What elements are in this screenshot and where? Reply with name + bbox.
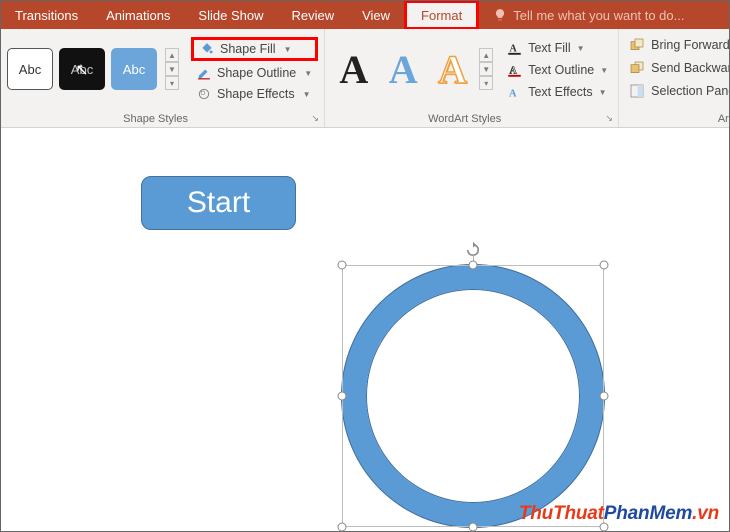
caret-down-icon: ▼ (599, 88, 607, 97)
shape-fill-button[interactable]: Shape Fill▼ (191, 37, 318, 61)
caret-down-icon: ▼ (577, 44, 585, 53)
gallery-down-icon[interactable]: ▼ (479, 62, 493, 76)
gallery-down-icon[interactable]: ▼ (165, 62, 179, 76)
resize-handle-e[interactable] (600, 392, 609, 401)
group-arrange: Bring Forward Send Backward Selection Pa… (619, 29, 729, 127)
caret-down-icon: ▼ (303, 90, 311, 99)
selection-frame (342, 265, 604, 527)
selection-pane-button[interactable]: Selection Pane (625, 81, 729, 101)
group-wordart-styles: A A A ▲ ▼ ▾ A Text Fill▼ A Text Outline▼… (325, 29, 619, 127)
shape-style-gallery-nav: ▲ ▼ ▾ (165, 48, 179, 90)
resize-handle-nw[interactable] (338, 261, 347, 270)
resize-handle-w[interactable] (338, 392, 347, 401)
tell-me-placeholder: Tell me what you want to do... (513, 8, 684, 23)
resize-handle-sw[interactable] (338, 523, 347, 532)
gallery-up-icon[interactable]: ▲ (165, 48, 179, 62)
group-label-arrange: Arran (619, 113, 729, 125)
shape-text: Start (187, 186, 250, 220)
dialog-launcher-icon[interactable]: ↘ (309, 112, 321, 124)
wordart-preset-2[interactable]: A (381, 42, 426, 96)
gallery-more-icon[interactable]: ▾ (165, 76, 179, 90)
tab-slideshow[interactable]: Slide Show (184, 1, 277, 29)
rounded-rect-shape[interactable]: Start (141, 176, 296, 230)
gallery-up-icon[interactable]: ▲ (479, 48, 493, 62)
slide-canvas[interactable]: Start ThuThuatPhanMem.vn (1, 128, 729, 531)
ribbon: Abc ↖Abc Abc ▲ ▼ ▾ Shape Fill▼ Shape Out… (1, 29, 729, 128)
pencil-icon (197, 66, 211, 80)
tab-review[interactable]: Review (277, 1, 348, 29)
shape-style-preset-3[interactable]: Abc (111, 48, 157, 90)
caret-down-icon: ▼ (304, 69, 312, 78)
wordart-gallery-nav: ▲ ▼ ▾ (479, 48, 493, 90)
ribbon-tabs: Transitions Animations Slide Show Review… (1, 1, 729, 29)
tab-view[interactable]: View (348, 1, 404, 29)
paint-bucket-icon (200, 42, 214, 56)
lightbulb-icon (493, 8, 507, 22)
group-shape-styles: Abc ↖Abc Abc ▲ ▼ ▾ Shape Fill▼ Shape Out… (1, 29, 325, 127)
text-effects-icon: A (507, 85, 522, 100)
shape-style-preset-1[interactable]: Abc (7, 48, 53, 90)
text-outline-button[interactable]: A Text Outline▼ (503, 61, 612, 80)
caret-down-icon: ▼ (600, 66, 608, 75)
dialog-launcher-icon[interactable]: ↘ (603, 112, 615, 124)
tell-me-search[interactable]: Tell me what you want to do... (479, 1, 684, 29)
svg-text:A: A (509, 88, 517, 99)
tab-transitions[interactable]: Transitions (1, 1, 92, 29)
bring-forward-icon (629, 37, 645, 53)
effects-icon (197, 87, 211, 101)
send-backward-icon (629, 60, 645, 76)
selected-circle-shape[interactable] (342, 265, 604, 527)
group-label-shape-styles: Shape Styles (1, 113, 310, 125)
shape-outline-button[interactable]: Shape Outline▼ (191, 64, 318, 82)
text-outline-icon: A (507, 63, 522, 78)
watermark: ThuThuatPhanMem.vn (519, 503, 719, 525)
tab-format[interactable]: Format (404, 1, 479, 29)
shape-effects-button[interactable]: Shape Effects▼ (191, 85, 318, 103)
text-fill-icon: A (507, 41, 522, 56)
bring-forward-button[interactable]: Bring Forward (625, 35, 729, 55)
caret-down-icon: ▼ (284, 45, 292, 54)
gallery-more-icon[interactable]: ▾ (479, 76, 493, 90)
group-label-wordart: WordArt Styles (325, 113, 604, 125)
resize-handle-s[interactable] (469, 523, 478, 532)
selection-pane-icon (629, 83, 645, 99)
wordart-preset-3[interactable]: A (430, 42, 475, 96)
text-effects-button[interactable]: A Text Effects▼ (503, 83, 612, 102)
text-fill-button[interactable]: A Text Fill▼ (503, 39, 612, 58)
resize-handle-ne[interactable] (600, 261, 609, 270)
tab-animations[interactable]: Animations (92, 1, 184, 29)
send-backward-button[interactable]: Send Backward (625, 58, 729, 78)
shape-style-preset-2[interactable]: ↖Abc (59, 48, 105, 90)
resize-handle-n[interactable] (469, 261, 478, 270)
wordart-preset-1[interactable]: A (331, 42, 376, 96)
